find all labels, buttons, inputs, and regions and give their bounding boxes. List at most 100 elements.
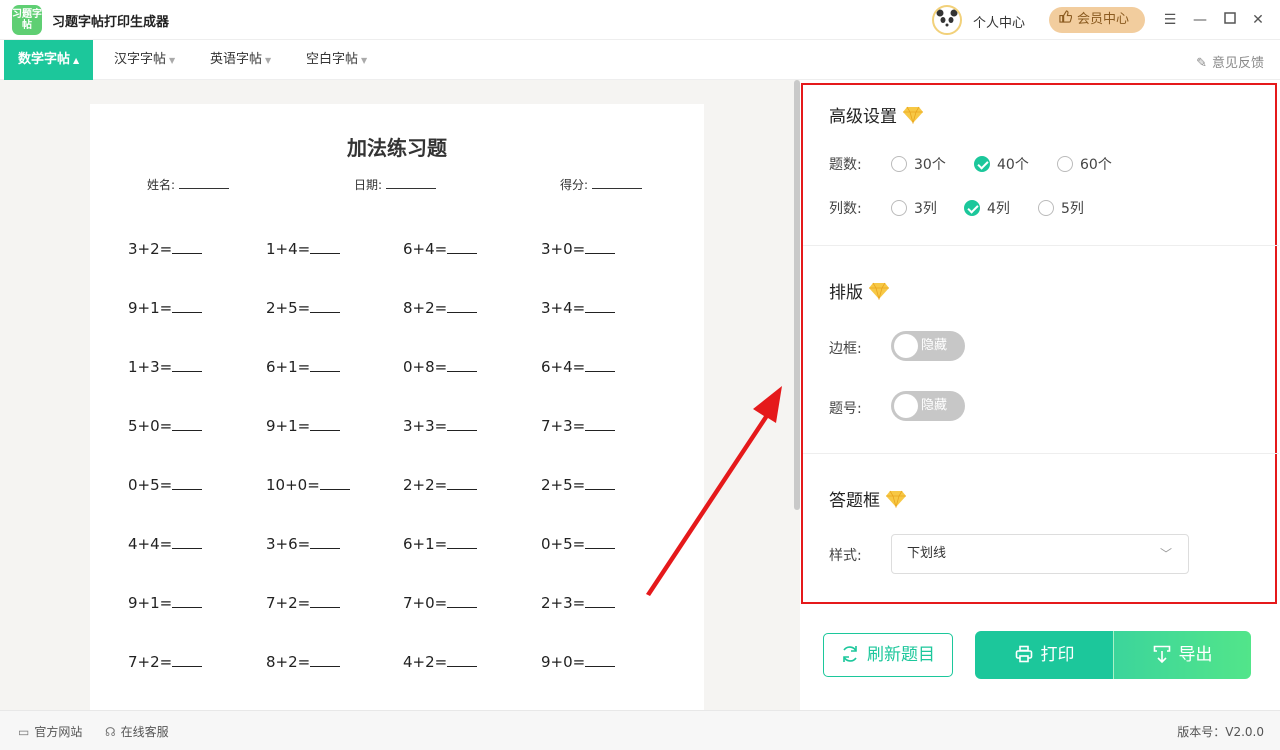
headset-icon: ☊ [105, 725, 116, 739]
answer-blank [310, 240, 341, 254]
count-option-40[interactable]: 40个 [974, 154, 1029, 174]
score-label: 得分: [560, 178, 589, 192]
answer-blank [310, 594, 341, 608]
problem-text: 6+1= [266, 358, 311, 376]
advanced-settings-title: 高级设置 [829, 102, 923, 129]
count-option-30[interactable]: 30个 [891, 154, 946, 174]
count-label: 题数: [829, 157, 862, 173]
tab-blank[interactable]: 空白字帖 ▼ [292, 40, 381, 80]
answer-blank [172, 417, 203, 431]
support-link[interactable]: ☊ 在线客服 [105, 723, 169, 740]
answer-blank [585, 240, 616, 254]
avatar[interactable] [932, 5, 962, 35]
tab-chinese[interactable]: 汉字字帖 ▼ [100, 40, 189, 80]
problem-text: 2+5= [266, 299, 311, 317]
radio-circle [1057, 156, 1073, 172]
column-option-3[interactable]: 3列 [891, 198, 937, 218]
answer-blank [447, 358, 478, 372]
number-toggle[interactable]: 隐藏 [891, 391, 965, 421]
chevron-down-icon: ﹀ [1159, 547, 1172, 561]
problem-item: 7+3= [541, 417, 616, 435]
minimize-icon[interactable]: — [1190, 10, 1210, 30]
problem-text: 2+2= [403, 476, 448, 494]
style-select[interactable]: 下划线 ﹀ [891, 534, 1189, 574]
radio-checked-icon [974, 156, 990, 172]
tab-english[interactable]: 英语字帖 ▼ [196, 40, 285, 80]
problem-item: 3+4= [541, 299, 616, 317]
printer-icon [1015, 634, 1033, 682]
problem-item: 1+3= [128, 358, 203, 376]
tab-math[interactable]: 数学字帖 ▲ [4, 40, 94, 80]
worksheet-paper: 加法练习题 姓名: 日期: 得分: 3+2= 1+4= 6+4= 3+0= 9+1= 2+… [90, 104, 704, 710]
count-option-60[interactable]: 60个 [1057, 154, 1112, 174]
worksheet-title: 加法练习题 [347, 136, 447, 160]
website-link[interactable]: ▭ 官方网站 [18, 723, 82, 740]
refresh-label: 刷新题目 [867, 645, 935, 665]
status-bar: ▭ 官方网站 ☊ 在线客服 版本号：V2.0.0 [0, 710, 1280, 750]
problem-item: 6+1= [266, 358, 341, 376]
answer-blank [447, 653, 478, 667]
answer-blank [585, 417, 616, 431]
problem-text: 5+0= [128, 417, 173, 435]
export-label: 导出 [1178, 645, 1213, 665]
problem-item: 9+1= [128, 299, 203, 317]
feedback-label: 意见反馈 [1211, 56, 1264, 71]
answer-blank [310, 653, 341, 667]
problem-item: 9+1= [128, 594, 203, 612]
problem-text: 8+2= [403, 299, 448, 317]
problem-text: 3+6= [266, 535, 311, 553]
feedback-link[interactable]: ✎ 意见反馈 [1196, 52, 1264, 71]
problem-text: 7+3= [541, 417, 586, 435]
caret-up-icon: ▲ [73, 56, 80, 65]
problem-text: 0+5= [128, 476, 173, 494]
answer-blank [447, 594, 478, 608]
menu-icon[interactable]: ☰ [1160, 10, 1180, 30]
app-logo: 习题字帖 [12, 5, 42, 35]
column-option-5[interactable]: 5列 [1038, 198, 1084, 218]
print-button[interactable]: 打印 [975, 631, 1114, 679]
problem-item: 2+5= [541, 476, 616, 494]
export-icon [1153, 634, 1171, 682]
problem-item: 0+8= [403, 358, 478, 376]
radio-label: 3列 [914, 201, 937, 217]
problem-item: 3+2= [128, 240, 203, 258]
member-center-button[interactable]: 会员中心 [1049, 7, 1145, 33]
caret-down-icon: ▼ [361, 56, 368, 65]
member-center-label: 会员中心 [1077, 12, 1130, 27]
problem-text: 3+3= [403, 417, 448, 435]
problem-item: 4+4= [128, 535, 203, 553]
website-label: 官方网站 [34, 725, 83, 739]
column-option-4[interactable]: 4列 [964, 198, 1010, 218]
problem-text: 0+5= [541, 535, 586, 553]
border-label: 边框: [829, 341, 862, 357]
border-toggle[interactable]: 隐藏 [891, 331, 965, 361]
close-icon[interactable]: ✕ [1248, 10, 1268, 30]
refresh-button[interactable]: 刷新题目 [823, 633, 953, 677]
radio-circle [891, 200, 907, 216]
problem-item: 10+0= [266, 476, 350, 494]
toggle-knob [894, 394, 918, 418]
problem-item: 2+5= [266, 299, 341, 317]
answer-blank [585, 358, 616, 372]
diamond-icon [886, 490, 906, 513]
export-button[interactable]: 导出 [1113, 631, 1251, 679]
tab-label: 汉字字帖 [114, 52, 167, 67]
answer-blank [310, 535, 341, 549]
problem-item: 1+4= [266, 240, 341, 258]
problem-item: 0+5= [128, 476, 203, 494]
problem-item: 4+2= [403, 653, 478, 671]
answer-blank [172, 299, 203, 313]
answer-blank [319, 476, 350, 490]
name-field: 姓名: [147, 176, 230, 193]
diamond-icon [903, 106, 923, 129]
maximize-icon[interactable] [1220, 10, 1240, 30]
radio-checked-icon [964, 200, 980, 216]
divider [803, 453, 1279, 454]
problem-item: 3+3= [403, 417, 478, 435]
answer-blank [310, 299, 341, 313]
answer-blank [447, 299, 478, 313]
radio-label: 60个 [1080, 157, 1112, 173]
problem-item: 7+0= [403, 594, 478, 612]
personal-center-link[interactable]: 个人中心 [973, 12, 1025, 31]
problem-text: 1+3= [128, 358, 173, 376]
